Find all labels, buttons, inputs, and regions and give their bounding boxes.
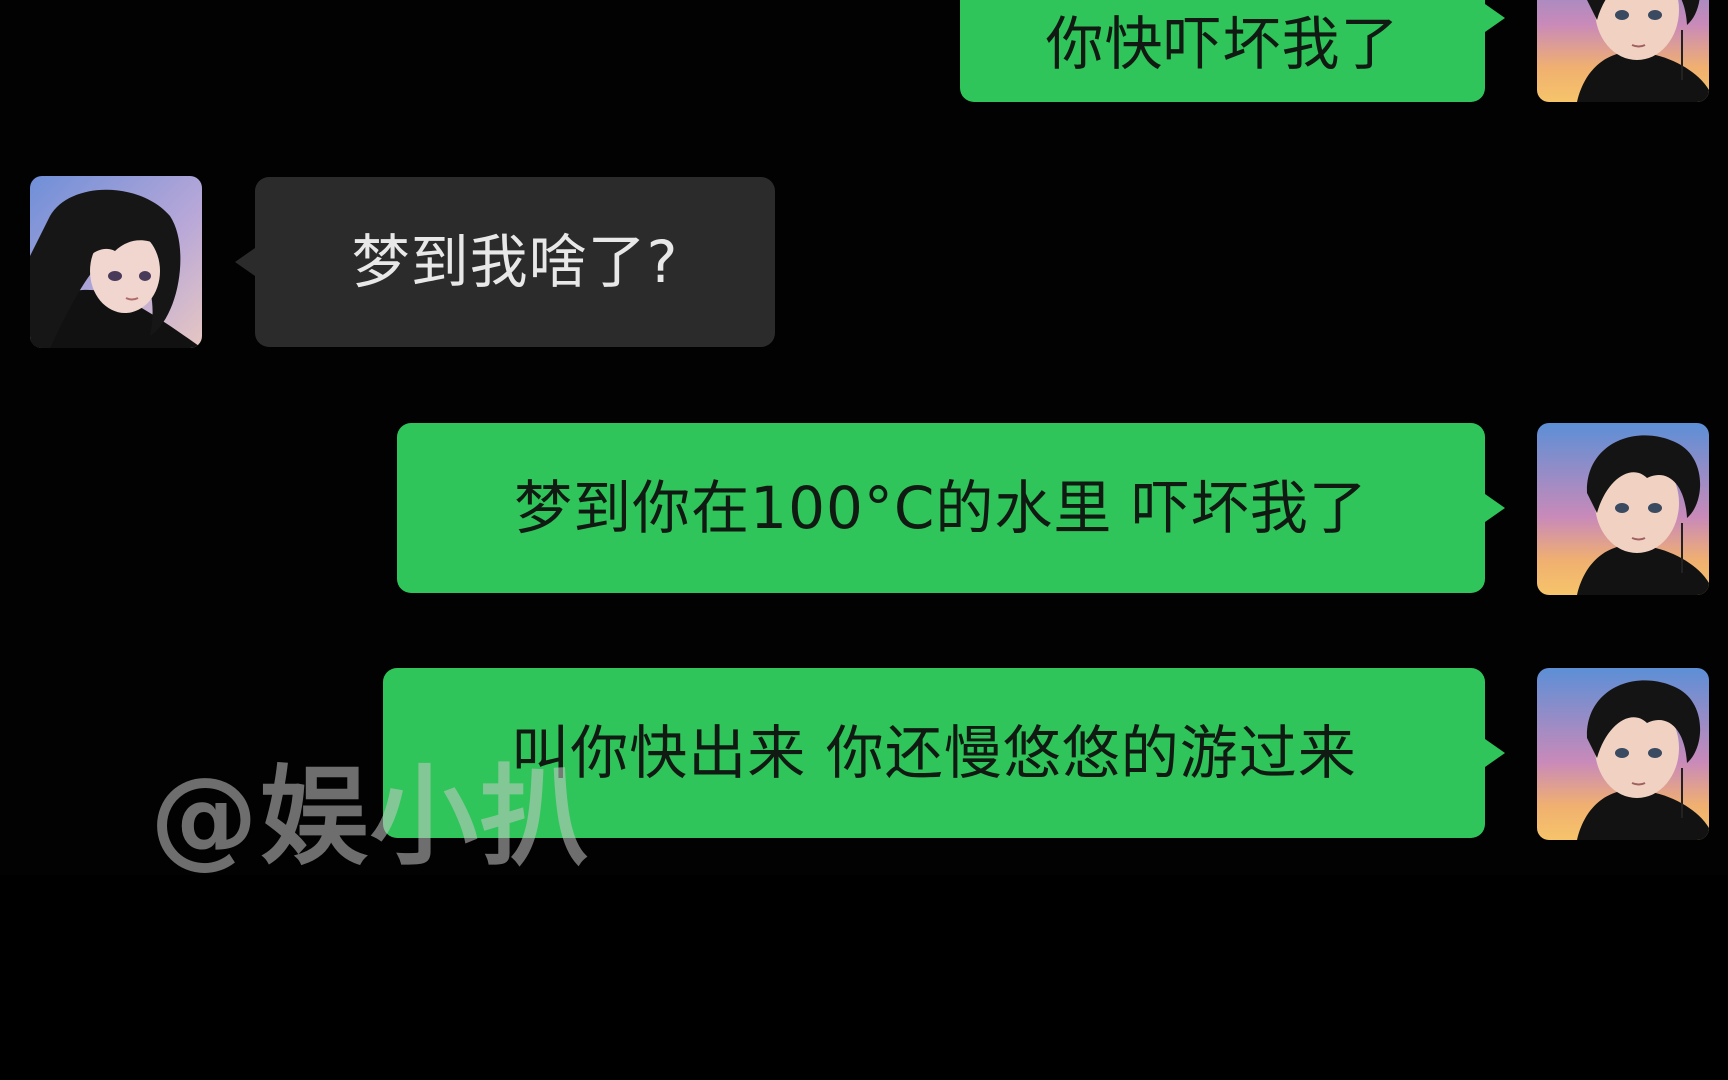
bubble-tail	[235, 248, 255, 276]
boy-avatar-icon[interactable]	[1537, 423, 1709, 595]
girl-avatar-icon[interactable]	[30, 176, 202, 348]
my-message-bubble[interactable]: 你快吓坏我了	[960, 0, 1485, 102]
my-message-bubble[interactable]: 叫你快出来 你还慢悠悠的游过来	[383, 668, 1485, 838]
message-text: 你快吓坏我了	[1045, 10, 1400, 78]
their-message-bubble[interactable]: 梦到我啥了?	[255, 177, 775, 347]
message-text: 梦到我啥了?	[351, 228, 679, 296]
my-message-bubble[interactable]: 梦到你在100°C的水里 吓坏我了	[397, 423, 1485, 593]
boy-avatar-icon[interactable]	[1537, 0, 1709, 102]
message-text: 叫你快出来 你还慢悠悠的游过来	[511, 719, 1357, 787]
bottom-black-area	[0, 875, 1728, 1080]
bubble-tail	[1485, 4, 1505, 32]
bubble-tail	[1485, 494, 1505, 522]
bubble-tail	[1485, 739, 1505, 767]
boy-avatar-icon[interactable]	[1537, 668, 1709, 840]
chat-message-list[interactable]: 你快吓坏我了 梦到我啥了? 梦到你在100°C的水里 吓坏我了 叫你快出来 你还…	[0, 0, 1728, 880]
message-text: 梦到你在100°C的水里 吓坏我了	[514, 474, 1368, 542]
chat-screen: 你快吓坏我了 梦到我啥了? 梦到你在100°C的水里 吓坏我了 叫你快出来 你还…	[0, 0, 1728, 1080]
